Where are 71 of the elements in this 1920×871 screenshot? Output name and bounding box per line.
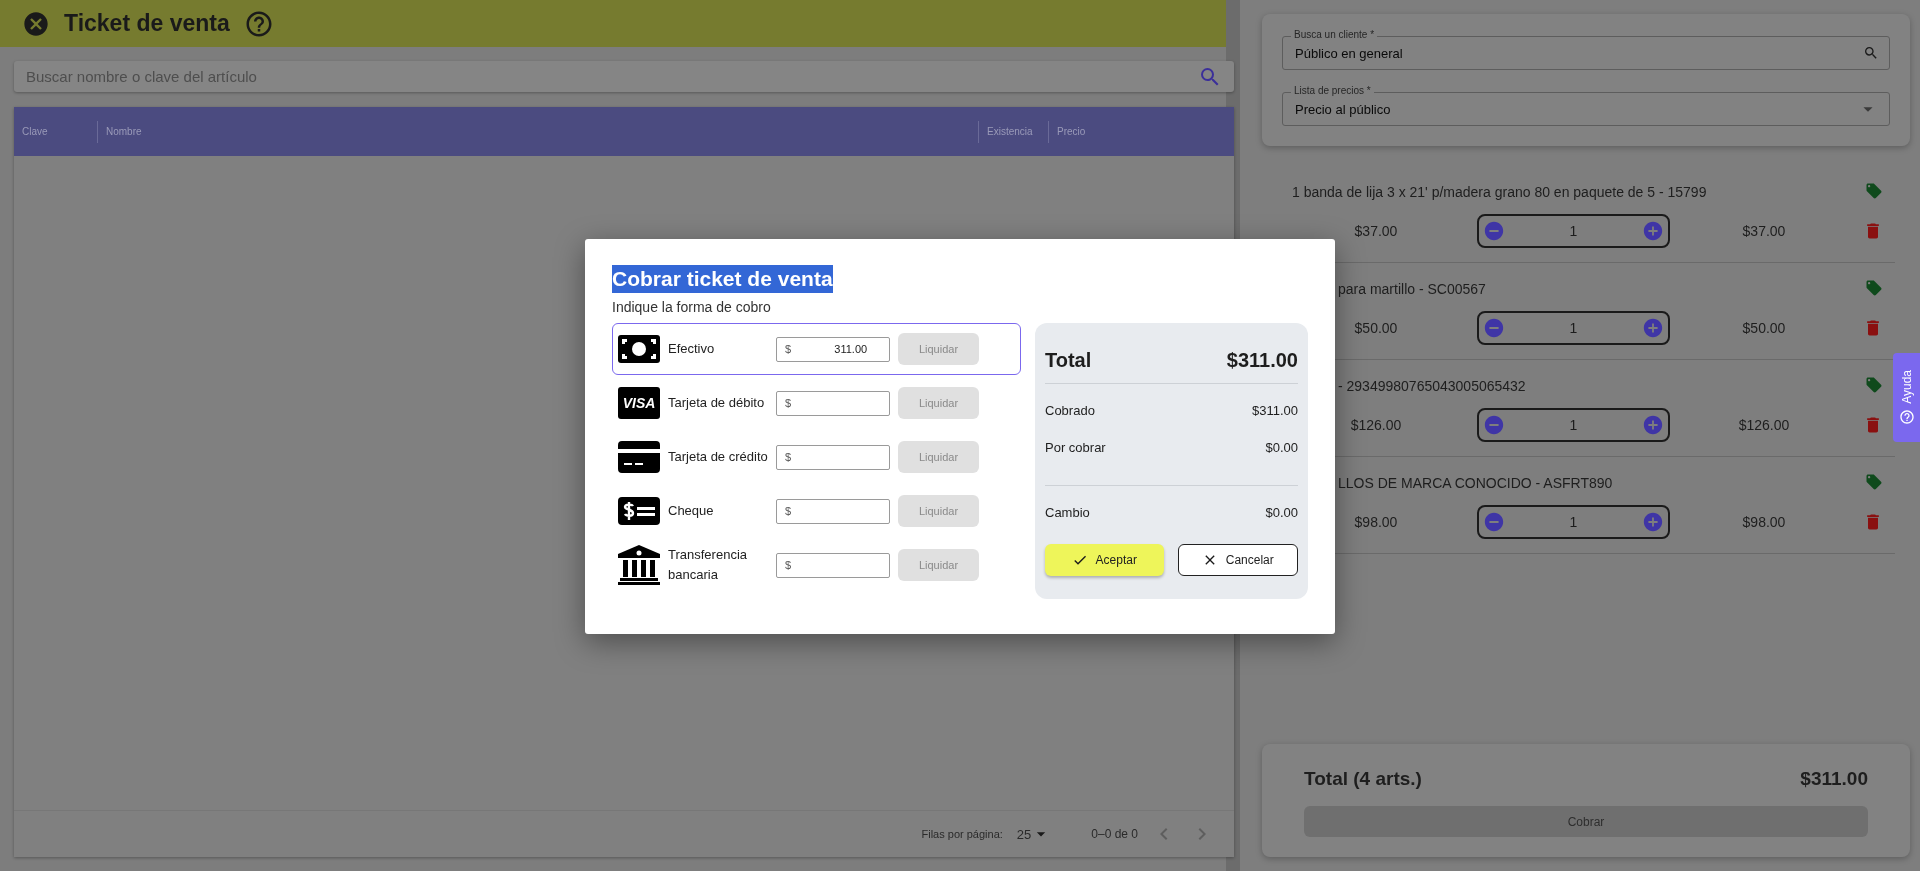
page-range: 0–0 de 0 [1091, 827, 1138, 841]
column-header[interactable]: Nombre [97, 120, 978, 143]
summary-value: $0.00 [1265, 504, 1298, 520]
help-icon[interactable] [1898, 409, 1915, 426]
close-icon[interactable] [22, 9, 50, 38]
cheque-icon [618, 497, 660, 525]
plus-icon[interactable] [1642, 511, 1664, 533]
line-total: $126.00 [1737, 417, 1791, 433]
minus-icon[interactable] [1483, 414, 1505, 436]
summary-label: Por cobrar [1045, 440, 1106, 455]
payment-method-label: Transferencia bancaria [668, 546, 748, 584]
payment-method-label: Tarjeta de crédito [668, 448, 768, 466]
cart-total-value: $311.00 [1800, 768, 1868, 790]
plus-icon[interactable] [1642, 317, 1664, 339]
plus-icon[interactable] [1642, 220, 1664, 242]
dialog-title: Cobrar ticket de venta [612, 265, 833, 293]
summary-label: Cobrado [1045, 402, 1095, 418]
search-icon[interactable] [1863, 45, 1879, 61]
page-title: Ticket de venta [64, 10, 230, 37]
amount-field[interactable]: $ [776, 498, 890, 524]
field-label: Busca un cliente * [1291, 29, 1378, 41]
line-total: $37.00 [1741, 223, 1787, 239]
plus-icon[interactable] [1642, 414, 1664, 436]
summary-value: $311.00 [1251, 402, 1298, 418]
credit-card-icon [618, 441, 660, 473]
line-total: $50.00 [1741, 320, 1787, 336]
summary-label: Cambio [1045, 504, 1090, 520]
total-value: $311.00 [1226, 348, 1298, 372]
column-header[interactable]: Precio [1048, 120, 1133, 143]
minus-icon[interactable] [1483, 317, 1505, 339]
banknote-icon [618, 335, 660, 363]
cart-total-label: Total (4 arts.) [1304, 768, 1422, 790]
help-tab[interactable]: Ayuda [1893, 353, 1920, 442]
field-label: Lista de precios * [1291, 85, 1374, 97]
dialog-subtitle: Indique la forma de cobro [612, 299, 772, 315]
line-total: $98.00 [1741, 514, 1787, 530]
quantity-stepper[interactable]: 1 [1477, 408, 1670, 442]
minus-icon[interactable] [1483, 511, 1505, 533]
item-name: LLOS DE MARCA CONOCIDO - ASFRT890 [1338, 475, 1613, 491]
quantity-stepper[interactable]: 1 [1477, 505, 1670, 539]
item-name: - 29349980765043005065432 [1338, 378, 1526, 394]
unit-price: $37.00 [1353, 223, 1399, 239]
tag-icon[interactable] [1865, 376, 1883, 394]
item-name: 1 banda de lija 3 x 21' p/madera grano 80 en paquete de 5 - 15799 [1292, 184, 1707, 200]
payment-method-label: Efectivo [668, 340, 716, 358]
cancel-button[interactable]: Cancelar [1177, 544, 1298, 576]
minus-icon[interactable] [1483, 220, 1505, 242]
tag-icon[interactable] [1865, 182, 1883, 200]
column-header[interactable]: Existencia [978, 120, 1048, 143]
item-name: para martillo - SC00567 [1338, 281, 1486, 297]
bank-building-icon [618, 545, 660, 585]
visa-logo: VISA [618, 387, 660, 419]
summary-value: $0.00 [1265, 440, 1298, 455]
accept-button[interactable]: Aceptar [1045, 544, 1164, 576]
tag-icon[interactable] [1865, 279, 1883, 297]
amount-field[interactable]: $ [776, 444, 890, 470]
amount-field[interactable]: $ 311.00 [776, 336, 890, 362]
unit-price: $126.00 [1349, 417, 1403, 433]
quantity-stepper[interactable]: 1 [1477, 311, 1670, 345]
amount-field[interactable]: $ [776, 552, 890, 578]
total-label: Total [1045, 348, 1092, 372]
payment-method-label: Tarjeta de débito [668, 394, 766, 412]
payment-method-label: Cheque [668, 502, 715, 520]
rows-per-page-value[interactable]: 25 [1016, 826, 1032, 842]
quantity-stepper[interactable]: 1 [1477, 214, 1670, 248]
column-header[interactable]: Clave [14, 120, 97, 143]
unit-price: $50.00 [1353, 320, 1399, 336]
tag-icon[interactable] [1865, 473, 1883, 491]
unit-price: $98.00 [1353, 514, 1399, 530]
amount-field[interactable]: $ [776, 390, 890, 416]
rows-per-page-label: Filas por página: [921, 828, 1003, 840]
